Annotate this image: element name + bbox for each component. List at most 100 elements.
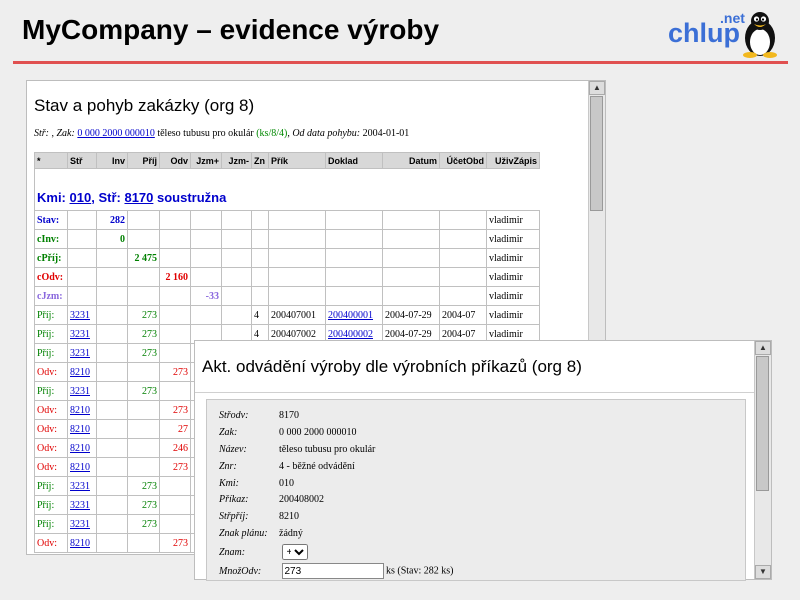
- doklad-cell-link[interactable]: 200400002: [328, 329, 373, 340]
- odv-cell-text: 246: [173, 442, 188, 454]
- str-cell-link[interactable]: 3231: [70, 329, 90, 340]
- col-header[interactable]: Jzm-: [221, 152, 252, 169]
- summary-value: 2 160: [159, 267, 191, 287]
- odv-cell: 273: [159, 362, 191, 382]
- table-cell: [67, 248, 97, 268]
- col-header[interactable]: Jzm+: [190, 152, 222, 169]
- summary-label: cJzm:: [34, 286, 68, 306]
- movement-type-text: Příj:: [37, 480, 55, 492]
- str-cell[interactable]: 3231: [67, 495, 97, 515]
- scroll-thumb[interactable]: [756, 356, 769, 491]
- str-cell-link[interactable]: 3231: [70, 386, 90, 397]
- scroll-up-arrow-icon[interactable]: ▲: [755, 341, 771, 355]
- col-header[interactable]: Zn: [251, 152, 269, 169]
- tux-penguin-icon: [743, 12, 777, 58]
- movement-type: Příj:: [34, 476, 68, 496]
- form-row: Střpříj: 8210: [219, 511, 299, 522]
- col-header[interactable]: Inv: [96, 152, 128, 169]
- odv-cell: [159, 381, 191, 401]
- prij-cell-text: 273: [142, 385, 157, 397]
- table-cell: [439, 248, 487, 268]
- table-cell: [325, 286, 383, 306]
- table-cell: [268, 267, 326, 287]
- col-header[interactable]: *: [34, 152, 68, 169]
- str-cell-link[interactable]: 3231: [70, 481, 90, 492]
- scroll-thumb[interactable]: [590, 96, 603, 211]
- summary-label-text: cInv:: [37, 233, 60, 245]
- group-name: soustružna: [157, 190, 227, 205]
- str-cell-link[interactable]: 8210: [70, 538, 90, 549]
- str-cell[interactable]: 3231: [67, 476, 97, 496]
- prij-cell: 273: [127, 476, 160, 496]
- str-cell[interactable]: 3231: [67, 305, 97, 325]
- str-cell-link[interactable]: 8210: [70, 462, 90, 473]
- scroll-up-arrow-icon[interactable]: ▲: [589, 81, 605, 95]
- prij-cell-text: 273: [142, 347, 157, 359]
- str-cell-link[interactable]: 3231: [70, 519, 90, 530]
- group-str-link[interactable]: 8170: [124, 190, 153, 205]
- prij-cell-text: 273: [142, 328, 157, 340]
- table-cell: [439, 210, 487, 230]
- str-cell[interactable]: 8210: [67, 362, 97, 382]
- str-cell-link[interactable]: 8210: [70, 443, 90, 454]
- col-header[interactable]: Příj: [127, 152, 160, 169]
- str-cell-link[interactable]: 3231: [70, 310, 90, 321]
- col-header[interactable]: UživZápis: [486, 152, 540, 169]
- str-cell-link[interactable]: 3231: [70, 500, 90, 511]
- str-cell-link[interactable]: 8210: [70, 367, 90, 378]
- mnozodv-suffix: ks (Stav: 282 ks): [386, 565, 454, 577]
- doklad-cell-link[interactable]: 200400001: [328, 310, 373, 321]
- table-cell: [190, 248, 222, 268]
- str-value: ,: [51, 128, 55, 139]
- summary-row: cOdv: 2 160 vladimir: [34, 267, 540, 287]
- form-row: Znr: 4 - běžné odvádění: [219, 461, 355, 472]
- col-header[interactable]: Odv: [159, 152, 191, 169]
- summary-label-text: cJzm:: [37, 290, 63, 302]
- prik-cell-text: 200407001: [271, 309, 316, 321]
- str-cell-link[interactable]: 8210: [70, 405, 90, 416]
- str-cell[interactable]: 8210: [67, 438, 97, 458]
- str-cell-link[interactable]: 3231: [70, 348, 90, 359]
- odv-cell: [159, 476, 191, 496]
- movement-type: Odv:: [34, 400, 68, 420]
- movement-type-text: Odv:: [37, 423, 57, 435]
- table-cell: [67, 267, 97, 287]
- summary-value: 2 475: [127, 248, 160, 268]
- str-cell[interactable]: 3231: [67, 514, 97, 534]
- scroll-down-arrow-icon[interactable]: ▼: [755, 565, 771, 579]
- prij-cell-text: 273: [142, 499, 157, 511]
- table-cell: [159, 229, 191, 249]
- str-cell[interactable]: 8210: [67, 419, 97, 439]
- kmi-link[interactable]: 010: [70, 190, 92, 205]
- zak-link[interactable]: 0 000 2000 000010: [77, 128, 155, 139]
- col-header[interactable]: Přík: [268, 152, 326, 169]
- mnozodv-input[interactable]: [281, 563, 384, 579]
- col-header[interactable]: Stř: [67, 152, 97, 169]
- str-cell[interactable]: 3231: [67, 324, 97, 344]
- movement-type: Příj:: [34, 381, 68, 401]
- prij-cell: [127, 438, 160, 458]
- odv-cell: [159, 514, 191, 534]
- prij-cell: 273: [127, 514, 160, 534]
- col-header[interactable]: Doklad: [325, 152, 383, 169]
- zak-code: (ks/8/4): [256, 128, 288, 139]
- str-cell[interactable]: 8210: [67, 457, 97, 477]
- inv-cell: [96, 533, 128, 553]
- str-cell[interactable]: 8210: [67, 533, 97, 553]
- table-cell: [268, 229, 326, 249]
- movement-type: Odv:: [34, 438, 68, 458]
- ucetobd-cell-text: 2004-07: [442, 309, 476, 321]
- str-cell-link[interactable]: 8210: [70, 424, 90, 435]
- summary-row: cInv: 0 vladimir: [34, 229, 540, 249]
- col-header[interactable]: ÚčetObd: [439, 152, 487, 169]
- col-header[interactable]: Datum: [382, 152, 440, 169]
- doklad-cell[interactable]: 200400001: [325, 305, 383, 325]
- str-cell[interactable]: 3231: [67, 381, 97, 401]
- znam-select[interactable]: +: [281, 544, 308, 560]
- str-cell[interactable]: 8210: [67, 400, 97, 420]
- str-cell[interactable]: 3231: [67, 343, 97, 363]
- vertical-scrollbar[interactable]: ▲ ▼: [754, 341, 771, 579]
- od-data-label: Od data pohybu:: [292, 128, 361, 139]
- datum-cell: 2004-07-29: [382, 305, 440, 325]
- form-row: Znak plánu: žádný: [219, 528, 303, 539]
